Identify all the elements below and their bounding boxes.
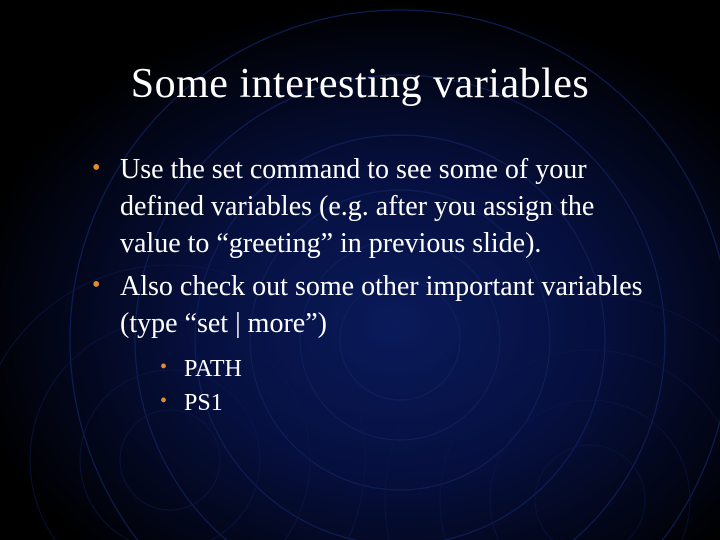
slide: Some interesting variables Use the set c…: [0, 0, 720, 540]
bullet-list: Use the set command to see some of your …: [60, 152, 660, 420]
sub-bullet-list: PATH PS1: [120, 353, 660, 420]
bullet-text: Also check out some other important vari…: [120, 271, 643, 339]
slide-title: Some interesting variables: [60, 60, 660, 108]
bullet-item: Also check out some other important vari…: [92, 269, 660, 420]
sub-bullet-item: PATH: [160, 353, 660, 385]
bullet-item: Use the set command to see some of your …: [92, 152, 660, 263]
sub-bullet-item: PS1: [160, 387, 660, 419]
